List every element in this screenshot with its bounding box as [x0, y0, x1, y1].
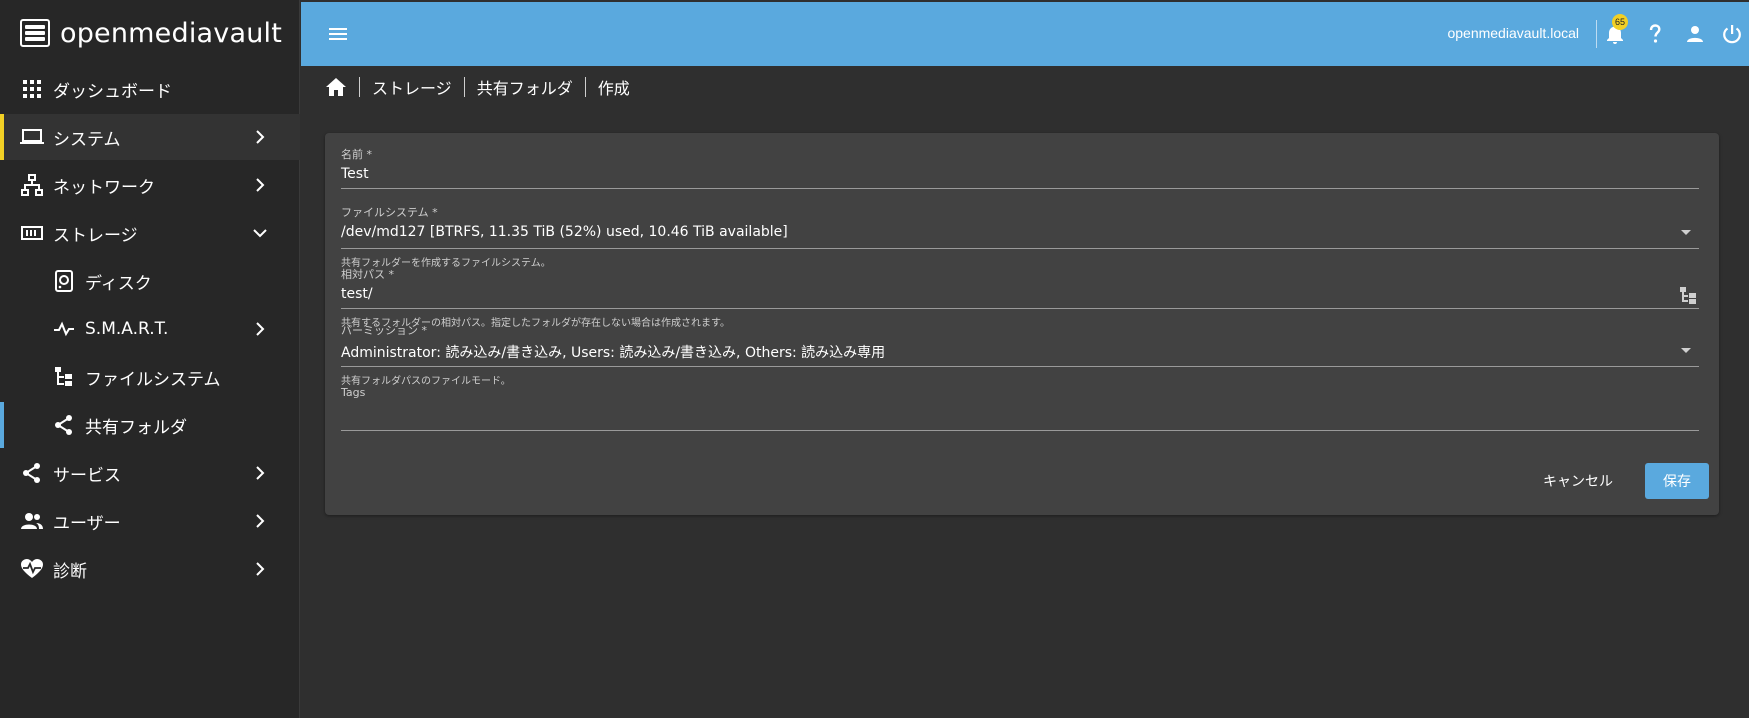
active-marker — [0, 402, 4, 448]
name-input[interactable]: Test — [341, 166, 1699, 184]
cancel-button[interactable]: キャンセル — [1541, 463, 1615, 499]
tags-underline — [341, 430, 1699, 431]
sidebar-item-smart[interactable]: S.M.A.R.T. — [0, 306, 300, 352]
filesystem-underline — [341, 248, 1699, 249]
topbar: openmediavault.local 65 — [301, 2, 1749, 66]
name-label: 名前 * — [341, 148, 372, 161]
chevron-down-icon — [253, 229, 267, 238]
sidebar-item-label: 診断 — [53, 561, 87, 582]
openmediavault-logo-icon — [20, 19, 50, 47]
tags-input[interactable] — [341, 406, 1699, 424]
dashboard-grid-icon — [20, 77, 44, 101]
power-icon[interactable] — [1720, 22, 1744, 46]
sidebar-item-diagnostics[interactable]: 診断 — [0, 546, 300, 592]
sidebar-item-storage[interactable]: ストレージ — [0, 210, 300, 256]
permissions-value[interactable]: Administrator: 読み込み/書き込み, Users: 読み込み/書き… — [341, 342, 1699, 361]
tags-field[interactable]: Tags — [341, 386, 1699, 432]
permissions-select[interactable]: パーミッション * Administrator: 読み込み/書き込み, User… — [341, 322, 1699, 387]
chevron-right-icon — [256, 322, 265, 336]
sidebar-item-network[interactable]: ネットワーク — [0, 162, 300, 208]
sidebar-item-label: ディスク — [85, 273, 152, 294]
chevron-right-icon — [256, 562, 265, 576]
sidebar-item-shared-folders[interactable]: 共有フォルダ — [0, 402, 300, 448]
sidebar-item-filesystems[interactable]: ファイルシステム — [0, 354, 300, 400]
sidebar-item-services[interactable]: サービス — [0, 450, 300, 496]
users-icon — [20, 509, 44, 533]
sidebar-item-label: ストレージ — [53, 225, 138, 246]
relpath-field[interactable]: 相対パス * test/ 共有するフォルダーの相対パス。指定したフォルダが存在し… — [341, 266, 1699, 329]
sidebar-item-users[interactable]: ユーザー — [0, 498, 300, 544]
laptop-icon — [20, 125, 44, 149]
sidebar-item-label: ユーザー — [53, 513, 121, 534]
sidebar-item-label: サービス — [53, 465, 121, 486]
sidebar-item-label: S.M.A.R.T. — [85, 319, 169, 339]
sidebar: openmediavault ダッシュボード システム ネットワーク ストレージ… — [0, 0, 300, 718]
share-icon — [52, 413, 76, 437]
permissions-underline — [341, 366, 1699, 367]
sidebar-item-disks[interactable]: ディスク — [0, 258, 300, 304]
sidebar-item-label: ファイルシステム — [85, 369, 221, 390]
relpath-input[interactable]: test/ — [341, 286, 1699, 304]
topbar-divider — [1596, 20, 1597, 48]
breadcrumb-separator — [359, 77, 360, 97]
relpath-label: 相対パス * — [341, 268, 394, 281]
dropdown-arrow-icon[interactable] — [1681, 348, 1691, 353]
share-icon — [20, 461, 44, 485]
filesystem-label: ファイルシステム * — [341, 206, 438, 219]
breadcrumb-item-create: 作成 — [597, 79, 630, 98]
brand[interactable]: openmediavault — [0, 0, 299, 66]
breadcrumb-separator — [463, 77, 465, 97]
breadcrumb-separator — [584, 77, 586, 97]
active-marker — [0, 114, 4, 160]
sidebar-item-label: ダッシュボード — [53, 81, 172, 102]
sidebar-item-system[interactable]: システム — [0, 114, 300, 160]
breadcrumb-item-shared-folders[interactable]: 共有フォルダ — [477, 75, 573, 99]
home-icon[interactable] — [325, 77, 347, 97]
name-field[interactable]: 名前 * Test — [341, 146, 1699, 190]
help-icon[interactable] — [1643, 22, 1667, 46]
user-icon[interactable] — [1683, 22, 1707, 46]
dropdown-arrow-icon[interactable] — [1681, 230, 1691, 235]
permissions-hint: 共有フォルダパスのファイルモード。 — [341, 376, 511, 387]
file-tree-icon — [52, 365, 76, 389]
sidebar-item-dashboard[interactable]: ダッシュボード — [0, 66, 300, 112]
filesystem-value[interactable]: /dev/md127 [BTRFS, 11.35 TiB (52%) used,… — [341, 224, 1699, 242]
relpath-underline — [341, 308, 1699, 309]
hostname: openmediavault.local — [1447, 25, 1579, 41]
chevron-right-icon — [256, 130, 265, 144]
network-icon — [20, 173, 44, 197]
breadcrumb-item-storage[interactable]: ストレージ — [372, 75, 452, 99]
chevron-right-icon — [256, 178, 265, 192]
filesystem-select[interactable]: ファイルシステム * /dev/md127 [BTRFS, 11.35 TiB … — [341, 204, 1699, 269]
pulse-icon — [52, 317, 76, 341]
permissions-label: パーミッション * — [341, 324, 427, 337]
sidebar-item-label: システム — [53, 129, 121, 150]
name-underline — [341, 188, 1699, 189]
menu-icon[interactable] — [326, 22, 350, 46]
heart-pulse-icon — [20, 557, 44, 581]
chevron-right-icon — [256, 466, 265, 480]
tags-label: Tags — [341, 386, 366, 399]
harddisk-icon — [52, 269, 76, 293]
breadcrumb: ストレージ 共有フォルダ 作成 — [325, 76, 630, 98]
app-title: openmediavault — [60, 17, 283, 49]
save-button[interactable]: 保存 — [1645, 463, 1709, 499]
folder-tree-icon[interactable] — [1679, 286, 1699, 306]
chevron-right-icon — [256, 514, 265, 528]
storage-icon — [20, 221, 44, 245]
sidebar-item-label: 共有フォルダ — [85, 417, 187, 438]
sidebar-item-label: ネットワーク — [53, 177, 155, 198]
notification-badge: 65 — [1612, 14, 1628, 30]
shared-folder-form: 名前 * Test ファイルシステム * /dev/md127 [BTRFS, … — [325, 133, 1719, 515]
